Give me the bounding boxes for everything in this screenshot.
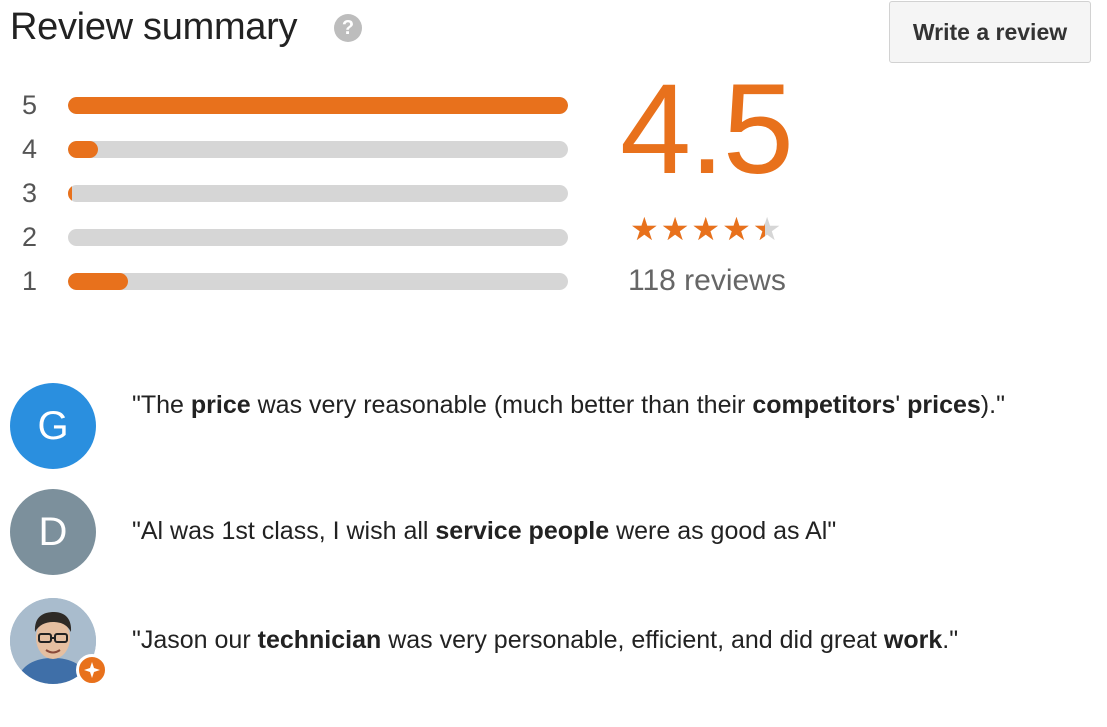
local-guide-badge-icon [76, 654, 108, 686]
avatar: G [10, 383, 96, 469]
rating-bar-1[interactable]: 1 [22, 266, 582, 296]
rating-bar-track [68, 97, 568, 114]
average-rating: 4.5 [620, 58, 794, 201]
question-circle-icon[interactable]: ? [334, 14, 362, 42]
avatar: D [10, 489, 96, 575]
review-text: "Al was 1st class, I wish all service pe… [132, 517, 837, 545]
rating-bar-label: 5 [22, 90, 38, 120]
rating-bar-fill [68, 97, 568, 114]
rating-bar-track [68, 273, 568, 290]
write-review-button[interactable]: Write a review [889, 1, 1091, 63]
rating-bar-label: 3 [22, 178, 38, 208]
rating-bar-3[interactable]: 3 [22, 178, 582, 208]
rating-bar-fill [68, 273, 128, 290]
review-count-link[interactable]: 118 reviews [628, 264, 786, 298]
review-text: "The price was very reasonable (much bet… [132, 391, 1005, 419]
rating-bar-fill [68, 185, 72, 202]
rating-bar-4[interactable]: 4 [22, 134, 582, 164]
rating-bar-label: 2 [22, 222, 38, 252]
rating-bar-fill [68, 141, 98, 158]
rating-bar-track [68, 229, 568, 246]
star-rating: ★★★★★ ★★★★★ [630, 212, 781, 246]
review-snippet[interactable]: D "Al was 1st class, I wish all service … [10, 489, 1100, 579]
page-title: Review summary [10, 6, 298, 48]
rating-bar-5[interactable]: 5 [22, 90, 582, 120]
rating-bar-label: 1 [22, 266, 38, 296]
rating-bar-label: 4 [22, 134, 38, 164]
review-snippet[interactable]: "Jason our technician was very personabl… [10, 598, 1100, 690]
star-filled-icons: ★★★★★ [630, 212, 765, 246]
rating-bar-track [68, 141, 568, 158]
rating-bar-track [68, 185, 568, 202]
review-snippet[interactable]: G "The price was very reasonable (much b… [10, 383, 1100, 473]
rating-bar-2[interactable]: 2 [22, 222, 582, 252]
review-text: "Jason our technician was very personabl… [132, 626, 959, 654]
